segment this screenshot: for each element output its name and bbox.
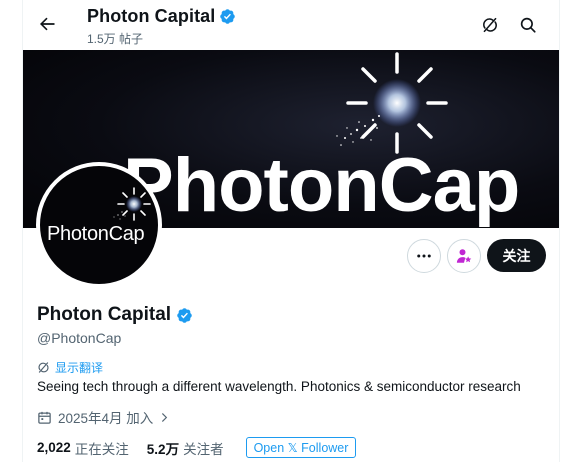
follow-button[interactable]: 关注 xyxy=(487,239,546,272)
more-icon xyxy=(417,254,431,258)
show-translation-label: 显示翻译 xyxy=(55,361,104,375)
show-translation-link[interactable]: 显示翻译 xyxy=(37,359,103,376)
verified-icon xyxy=(219,8,236,25)
following-count: 2,022 xyxy=(37,440,71,455)
post-count: 1.5万 帖子 xyxy=(87,32,144,46)
profile-bio: Seeing tech through a different waveleng… xyxy=(37,379,521,394)
followers-count: 5.2万 xyxy=(146,441,180,457)
profile-name: Photon Capital xyxy=(37,304,172,325)
follow-stats: 2,022 正在关注 5.2万 关注者 Open 𝕏 Follower xyxy=(37,437,357,458)
back-button[interactable] xyxy=(33,10,61,38)
following-label: 正在关注 xyxy=(74,441,129,457)
avatar[interactable]: PhotonCap xyxy=(36,162,162,288)
followers-stat[interactable]: 5.2万 关注者 xyxy=(147,438,224,458)
header-title: Photon Capital xyxy=(87,6,216,26)
more-button[interactable] xyxy=(407,239,441,273)
grok-button[interactable] xyxy=(475,10,505,40)
profile-header: Photon Capital 1.5万 帖子 xyxy=(23,0,559,50)
calendar-icon xyxy=(38,411,51,424)
avatar-logo-text: PhotonCap xyxy=(47,223,145,245)
verified-icon xyxy=(176,307,193,324)
avatar-photon-graphic xyxy=(113,187,151,221)
header-title-group: Photon Capital xyxy=(87,6,236,27)
chevron-right-icon xyxy=(159,412,170,423)
translate-icon xyxy=(38,362,49,373)
banner-logo-text: PhotonCap xyxy=(123,143,520,228)
profile-name-group: Photon Capital xyxy=(37,304,193,326)
search-icon xyxy=(520,17,536,33)
followers-label: 关注者 xyxy=(183,441,224,457)
back-arrow-icon xyxy=(40,17,55,31)
open-follower-badge[interactable]: Open 𝕏 Follower xyxy=(245,437,357,458)
column-border-right xyxy=(559,0,560,462)
profile-handle: @PhotonCap xyxy=(37,330,122,346)
subscribe-button[interactable] xyxy=(447,239,481,273)
subscribe-icon xyxy=(456,249,472,263)
grok-icon xyxy=(483,17,497,33)
joined-date[interactable]: 2025年4月 加入 xyxy=(37,407,170,427)
joined-date-label: 2025年4月 加入 xyxy=(58,411,154,426)
following-stat[interactable]: 2,022 正在关注 xyxy=(37,438,129,458)
search-button[interactable] xyxy=(513,10,543,40)
